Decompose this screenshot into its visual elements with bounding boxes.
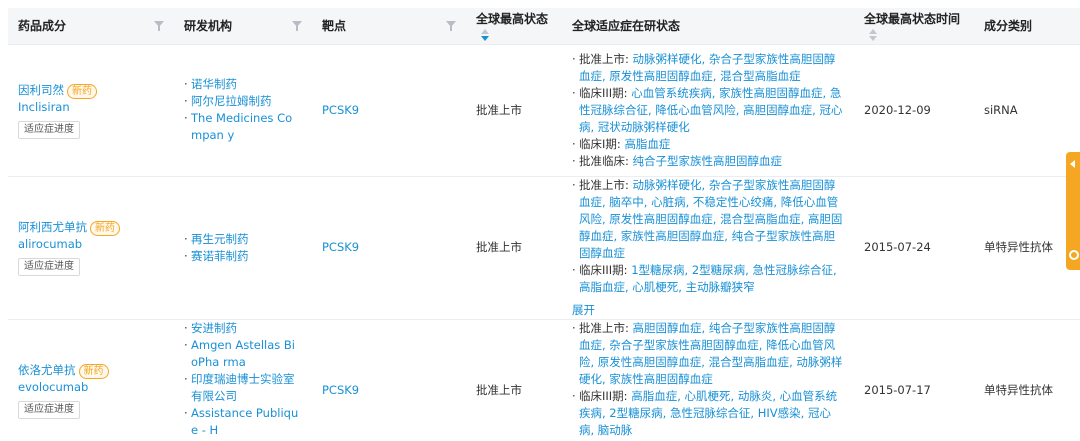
phase-label: 批准上市: [579,320,629,335]
indication-item: 批准临床: 纯合子型家族性高胆固醇血症 [572,153,844,170]
org-link[interactable]: 赛诺菲制药 [184,248,302,265]
table-row: 因利司然新药 Inclisiran 适应症进度 诺华制药 阿尔尼拉姆制药 The… [8,44,1080,177]
table-row: 依洛尤单抗新药 evolocumab 适应症进度 安进制药 Amgen Aste… [8,319,1080,441]
drug-name-link[interactable]: 依洛尤单抗 [18,363,76,377]
drug-cell: 依洛尤单抗 新药 evolocumab 适应症进度 [8,319,174,441]
target-link[interactable]: PCSK9 [322,103,359,117]
phase-label: 临床III期: [579,262,628,277]
indication-item: 批准上市: 动脉粥样硬化, 杂合子型家族性高胆固醇血症, 脑卒中, 心脏病, 不… [572,177,844,262]
header-drug[interactable]: 药品成分 [8,8,174,45]
header-category: 成分类别 [974,8,1080,45]
drug-english-name[interactable]: evolocumab [18,379,164,396]
header-time-label: 全球最高状态时间 [864,12,961,27]
header-org[interactable]: 研发机构 [174,8,312,45]
indication-links[interactable]: 纯合子型家族性高胆固醇血症 [633,154,783,168]
drug-english-name[interactable]: alirocumab [18,236,164,253]
drug-cell: 因利司然 新药 Inclisiran 适应症进度 [8,44,174,177]
org-link[interactable]: Assistance Publique - H [184,405,302,439]
target-cell: PCSK9 [312,176,466,320]
phase-label: 批准临床: [579,153,629,168]
indication-item: 临床I期: 高脂血症 [572,136,844,153]
table-header-row: 药品成分 研发机构 靶点 全球最高状态 全球适应症在研状态 全球最高状态时间 成… [8,8,1080,45]
collapse-arrow-icon [1070,160,1075,168]
filter-icon[interactable] [446,21,456,31]
target-cell: PCSK9 [312,44,466,177]
indications-cell: 批准上市: 动脉粥样硬化, 杂合子型家族性高胆固醇血症, 原发性高胆固醇血症, … [562,44,854,177]
help-icon [1069,250,1079,260]
org-link[interactable]: 印度瑞迪博士实验室有限公司 [184,371,302,405]
filter-icon[interactable] [292,21,302,31]
drug-english-name[interactable]: Inclisiran [18,99,164,116]
header-indications: 全球适应症在研状态 [562,8,854,45]
drug-name-link[interactable]: 因利司然 [18,83,64,97]
filter-icon[interactable] [154,21,164,31]
phase-label: 批准上市: [579,177,629,192]
org-link[interactable]: Amgen Astellas BioPha rma [184,337,302,371]
header-status-label: 全球最高状态 [476,12,549,27]
indication-item: 临床III期: 高脂血症, 心肌梗死, 动脉炎, 心血管系统疾病, 2型糖尿病,… [572,388,844,439]
target-link[interactable]: PCSK9 [322,383,359,397]
drug-table: 药品成分 研发机构 靶点 全球最高状态 全球适应症在研状态 全球最高状态时间 成… [8,8,1080,441]
status-cell: 批准上市 [466,319,562,441]
time-cell: 2020-12-09 [854,44,974,177]
org-cell: 诺华制药 阿尔尼拉姆制药 The Medicines Compan y [174,44,312,177]
category-cell: 单特异性抗体 [974,319,1080,441]
feedback-side-tab[interactable] [1066,152,1080,270]
indications-cell: 批准上市: 高胆固醇血症, 纯合子型家族性高胆固醇血症, 杂合子型家族性高胆固醇… [562,319,854,441]
phase-label: 临床I期: [579,136,621,151]
status-cell: 批准上市 [466,176,562,320]
org-cell: 安进制药 Amgen Astellas BioPha rma 印度瑞迪博士实验室… [174,319,312,441]
org-link[interactable]: 阿尔尼拉姆制药 [184,93,302,110]
new-drug-badge: 新药 [78,364,109,379]
org-link[interactable]: 诺华制药 [184,76,302,93]
new-drug-badge: 新药 [90,221,120,236]
header-indications-label: 全球适应症在研状态 [572,19,681,34]
org-cell: 再生元制药 赛诺菲制药 [174,176,312,320]
header-org-label: 研发机构 [184,19,233,34]
indication-links[interactable]: 高脂血症 [624,137,670,151]
target-cell: PCSK9 [312,319,466,441]
header-target[interactable]: 靶点 [312,8,466,45]
indication-progress-button[interactable]: 适应症进度 [18,120,80,139]
table-row: 阿利西尤单抗新药 alirocumab 适应症进度 再生元制药 赛诺菲制药 PC… [8,176,1080,320]
indication-item: 临床III期: 心血管系统疾病, 家族性高胆固醇血症, 急性冠脉综合征, 降低心… [572,85,844,136]
org-link[interactable]: 再生元制药 [184,231,302,248]
indication-item: 临床III期: 1型糖尿病, 2型糖尿病, 急性冠脉综合征, 高脂血症, 心肌梗… [572,262,844,296]
header-status[interactable]: 全球最高状态 [466,8,562,45]
category-cell: siRNA [974,44,1080,177]
indication-item: 批准上市: 动脉粥样硬化, 杂合子型家族性高胆固醇血症, 原发性高胆固醇血症, … [572,51,844,85]
new-drug-badge: 新药 [67,83,97,99]
header-time[interactable]: 全球最高状态时间 [854,8,974,45]
indication-progress-button[interactable]: 适应症进度 [18,258,80,276]
org-link[interactable]: The Medicines Compan y [184,110,302,144]
expand-link[interactable]: 展开 [572,302,844,319]
status-cell: 批准上市 [466,44,562,177]
header-drug-label: 药品成分 [18,19,67,34]
indications-cell: 批准上市: 动脉粥样硬化, 杂合子型家族性高胆固醇血症, 脑卒中, 心脏病, 不… [562,176,854,320]
header-target-label: 靶点 [322,19,347,34]
drug-cell: 阿利西尤单抗 新药 alirocumab 适应症进度 [8,176,174,320]
indication-progress-button[interactable]: 适应症进度 [18,401,80,419]
indication-item: 批准上市: 高胆固醇血症, 纯合子型家族性高胆固醇血症, 杂合子型家族性高胆固醇… [572,320,844,388]
sort-icon[interactable] [869,28,877,41]
phase-label: 临床III期: [579,388,628,403]
phase-label: 临床III期: [579,85,628,100]
phase-label: 批准上市: [579,51,629,66]
target-link[interactable]: PCSK9 [322,240,359,254]
sort-icon[interactable] [481,28,489,41]
time-cell: 2015-07-24 [854,176,974,320]
drug-name-link[interactable]: 阿利西尤单抗 [18,220,87,234]
time-cell: 2015-07-17 [854,319,974,441]
category-cell: 单特异性抗体 [974,176,1080,320]
org-link[interactable]: 安进制药 [184,320,302,337]
header-category-label: 成分类别 [984,19,1033,34]
